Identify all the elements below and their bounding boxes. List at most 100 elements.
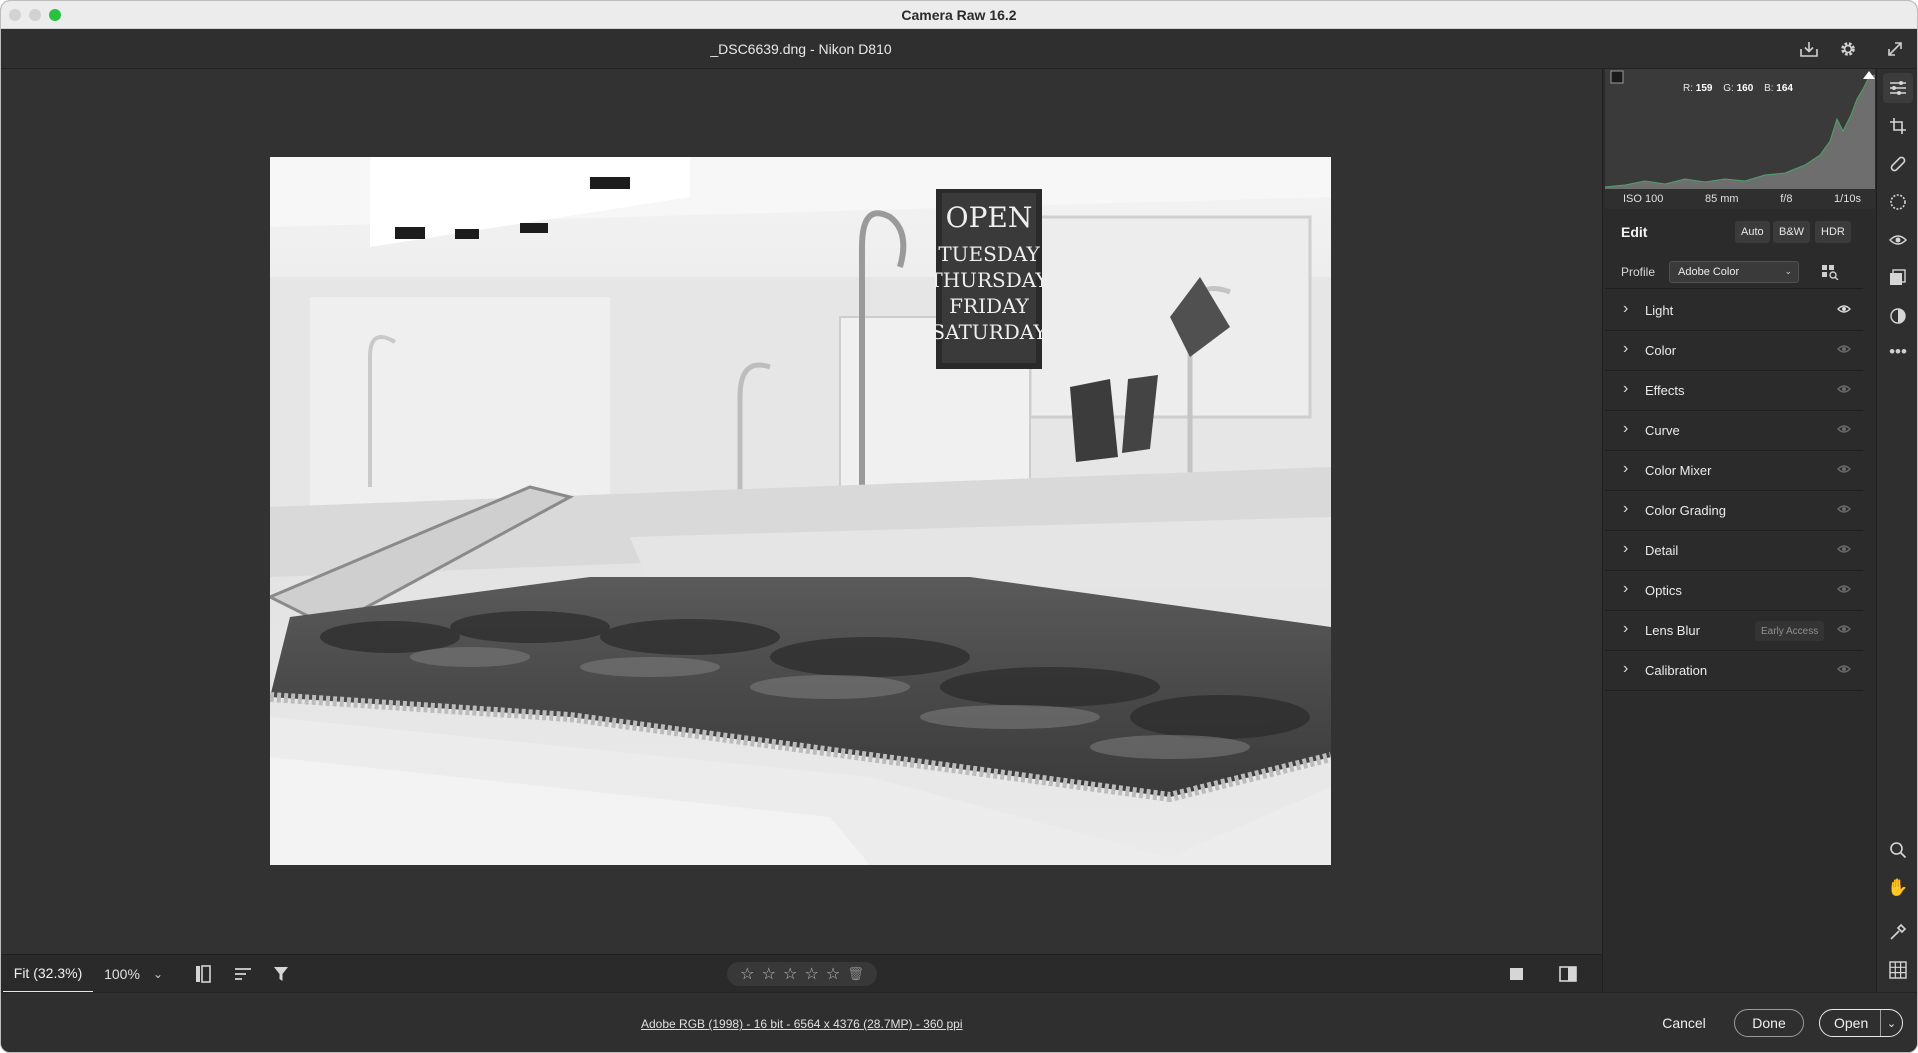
document-title: _DSC6639.dng - Nikon D810: [710, 41, 892, 57]
chevron-down-icon: ⌄: [1784, 266, 1792, 276]
chevron-right-icon: ›: [1623, 660, 1629, 677]
zoom-fit-button[interactable]: Fit (32.3%): [3, 955, 93, 993]
early-access-badge: Early Access: [1755, 621, 1825, 641]
sign-text-friday: FRIDAY: [949, 294, 1030, 318]
snapshots-icon[interactable]: [1883, 263, 1913, 293]
healing-icon[interactable]: [1883, 149, 1913, 179]
crop-icon[interactable]: [1883, 111, 1913, 141]
section-label: Optics: [1645, 583, 1682, 598]
edit-sliders-icon[interactable]: [1883, 73, 1913, 103]
section-curve[interactable]: › Curve: [1605, 411, 1863, 451]
b-value: 164: [1776, 83, 1793, 94]
profile-browser-icon[interactable]: [1819, 262, 1841, 282]
sign-text-tuesday: TUESDAY: [938, 242, 1040, 266]
eye-icon[interactable]: [1837, 583, 1851, 597]
fullscreen-icon[interactable]: [1883, 37, 1907, 61]
exif-focal: 85 mm: [1704, 193, 1739, 205]
section-effects[interactable]: › Effects: [1605, 371, 1863, 411]
section-label: Lens Blur: [1645, 623, 1700, 638]
gear-icon[interactable]: [1836, 37, 1860, 61]
profile-row: Profile Adobe Color ⌄: [1605, 255, 1863, 289]
section-label: Calibration: [1645, 663, 1708, 678]
done-button[interactable]: Done: [1734, 1009, 1804, 1037]
hand-icon[interactable]: ✋: [1883, 873, 1913, 903]
zoom-100-button[interactable]: 100%: [97, 955, 147, 993]
star-5[interactable]: ☆: [826, 964, 840, 984]
star-4[interactable]: ☆: [804, 964, 818, 984]
eye-icon[interactable]: [1837, 663, 1851, 677]
eye-icon[interactable]: [1837, 463, 1851, 477]
eye-icon[interactable]: [1837, 623, 1851, 637]
section-color-grading[interactable]: › Color Grading: [1605, 491, 1863, 531]
single-view-icon[interactable]: [1505, 963, 1529, 985]
exif-info: ISO 100 85 mm f/8 1/10s: [1605, 189, 1875, 209]
chevron-right-icon: ›: [1623, 620, 1629, 637]
eye-icon[interactable]: [1837, 543, 1851, 557]
exif-aperture: f/8: [1780, 193, 1793, 205]
chevron-right-icon: ›: [1623, 500, 1629, 517]
eye-icon[interactable]: [1837, 423, 1851, 437]
more-icon[interactable]: •••: [1883, 337, 1913, 367]
g-value: 160: [1736, 83, 1754, 94]
section-calibration[interactable]: › Calibration: [1605, 651, 1863, 691]
section-label: Effects: [1645, 383, 1685, 398]
auto-button[interactable]: Auto: [1735, 221, 1770, 243]
bw-button[interactable]: B&W: [1773, 221, 1811, 243]
red-eye-icon[interactable]: [1883, 225, 1913, 255]
sign-text-thursday: THURSDAY: [929, 268, 1049, 292]
histogram: R: 159 G: 160 B: 164: [1605, 69, 1875, 189]
save-icon[interactable]: [1797, 37, 1821, 61]
window-title: Camera Raw 16.2: [901, 7, 1017, 23]
zoom-icon[interactable]: [1883, 835, 1913, 865]
masking-icon[interactable]: [1883, 187, 1913, 217]
section-label: Detail: [1645, 543, 1679, 558]
sort-icon[interactable]: [231, 963, 255, 985]
g-label: G:: [1723, 83, 1734, 94]
cancel-button[interactable]: Cancel: [1649, 1009, 1719, 1037]
chevron-right-icon: ›: [1623, 420, 1629, 437]
edit-panel: R: 159 G: 160 B: 164 ISO 100 85 mm f/8 1…: [1602, 69, 1876, 992]
section-lens-blur[interactable]: › Lens Blur Early Access: [1605, 611, 1863, 651]
eye-icon[interactable]: [1837, 383, 1851, 397]
section-color-mixer[interactable]: › Color Mixer: [1605, 451, 1863, 491]
star-2[interactable]: ☆: [762, 964, 776, 984]
eye-icon[interactable]: [1837, 303, 1851, 317]
grid-overlay-icon[interactable]: [1883, 955, 1913, 985]
before-after-icon[interactable]: [1556, 963, 1580, 985]
filter-icon[interactable]: [269, 963, 293, 985]
section-optics[interactable]: › Optics: [1605, 571, 1863, 611]
hdr-button[interactable]: HDR: [1815, 221, 1851, 243]
r-value: 159: [1695, 83, 1713, 94]
profile-select-value: Adobe Color: [1678, 266, 1740, 278]
title-bar: Camera Raw 16.2: [1, 1, 1917, 29]
edit-header: Edit Auto B&W HDR: [1605, 217, 1863, 247]
open-dropdown-icon[interactable]: ⌄: [1880, 1010, 1902, 1036]
chevron-right-icon: ›: [1623, 460, 1629, 477]
workflow-options-link[interactable]: Adobe RGB (1998) - 16 bit - 6564 x 4376 …: [641, 1017, 963, 1031]
section-label: Curve: [1645, 423, 1680, 438]
color-sampler-icon[interactable]: [1883, 917, 1913, 947]
bottom-toolbar: Fit (32.3%) 100% ⌄ ☆ ☆ ☆ ☆ ☆ 🗑: [1, 954, 1602, 993]
camera-raw-window: Camera Raw 16.2 _DSC6639.dng - Nikon D81…: [0, 0, 1918, 1053]
rating-stars: ☆ ☆ ☆ ☆ ☆ 🗑: [727, 962, 877, 986]
chevron-right-icon: ›: [1623, 340, 1629, 357]
section-detail[interactable]: › Detail: [1605, 531, 1863, 571]
star-1[interactable]: ☆: [740, 964, 754, 984]
eye-icon[interactable]: [1837, 343, 1851, 357]
exif-shutter: 1/10s: [1834, 193, 1861, 205]
zoom-dropdown-icon[interactable]: ⌄: [153, 967, 163, 981]
photo-preview[interactable]: OPEN TUESDAY THURSDAY FRIDAY SATURDAY: [270, 157, 1331, 865]
section-color[interactable]: › Color: [1605, 331, 1863, 371]
rgb-readout: R: 159 G: 160 B: 164: [1683, 83, 1801, 94]
open-button-label: Open: [1834, 1015, 1869, 1031]
open-button[interactable]: Open ⌄: [1819, 1009, 1903, 1037]
trash-icon[interactable]: 🗑: [847, 966, 864, 982]
eye-icon[interactable]: [1837, 503, 1851, 517]
filmstrip-icon[interactable]: [191, 963, 215, 985]
profile-select[interactable]: Adobe Color ⌄: [1669, 261, 1799, 283]
image-canvas[interactable]: OPEN TUESDAY THURSDAY FRIDAY SATURDAY: [1, 69, 1602, 954]
section-label: Color: [1645, 343, 1677, 358]
star-3[interactable]: ☆: [783, 964, 797, 984]
section-light[interactable]: › Light: [1605, 291, 1863, 331]
presets-icon[interactable]: [1883, 301, 1913, 331]
